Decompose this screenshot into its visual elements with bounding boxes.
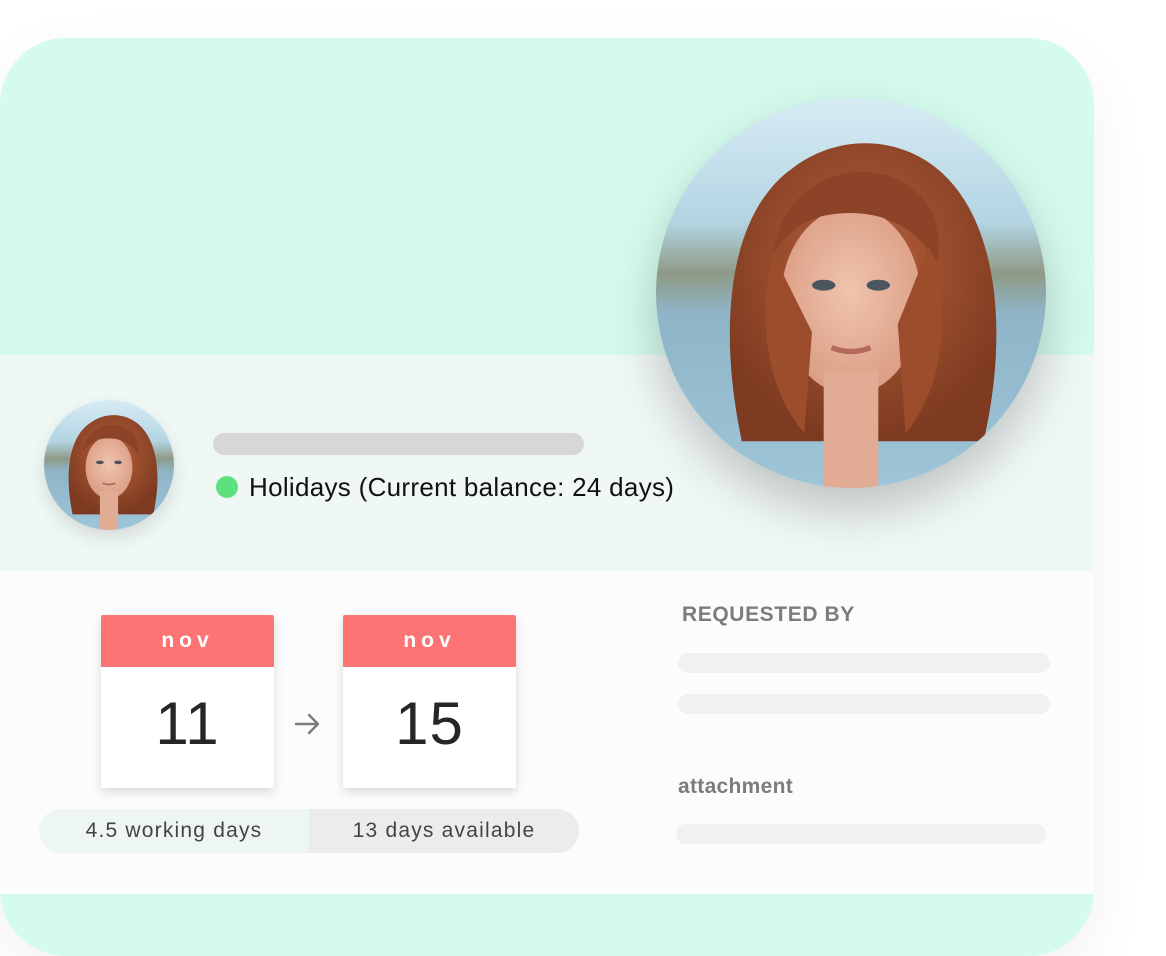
requester-placeholder-line [678, 653, 1050, 673]
requested-by-heading: REQUESTED BY [682, 603, 855, 626]
start-date-tile: nov 11 [101, 615, 274, 788]
attachment-placeholder-line [676, 824, 1046, 844]
start-date-day: 11 [155, 690, 220, 757]
employee-avatar-small [44, 400, 174, 530]
portrait-photo [656, 98, 1046, 488]
employee-name-placeholder [213, 433, 584, 455]
portrait-thumbnail [44, 400, 174, 530]
requester-placeholder-line [678, 694, 1050, 714]
status-dot-icon [216, 476, 238, 498]
end-date-tile: nov 15 [343, 615, 516, 788]
end-date-day: 15 [395, 690, 464, 757]
days-available-label: 13 days available [309, 809, 579, 853]
start-date-month: nov [101, 615, 274, 667]
employee-avatar-large [656, 98, 1046, 488]
days-summary-pill: 4.5 working days 13 days available [39, 809, 579, 853]
attachment-heading: attachment [678, 775, 794, 798]
leave-type-row: Holidays (Current balance: 24 days) [216, 470, 674, 504]
working-days-label: 4.5 working days [39, 809, 309, 853]
leave-type-label: Holidays (Current balance: 24 days) [249, 471, 675, 502]
end-date-month: nov [343, 615, 516, 667]
arrow-right-icon [294, 713, 320, 735]
